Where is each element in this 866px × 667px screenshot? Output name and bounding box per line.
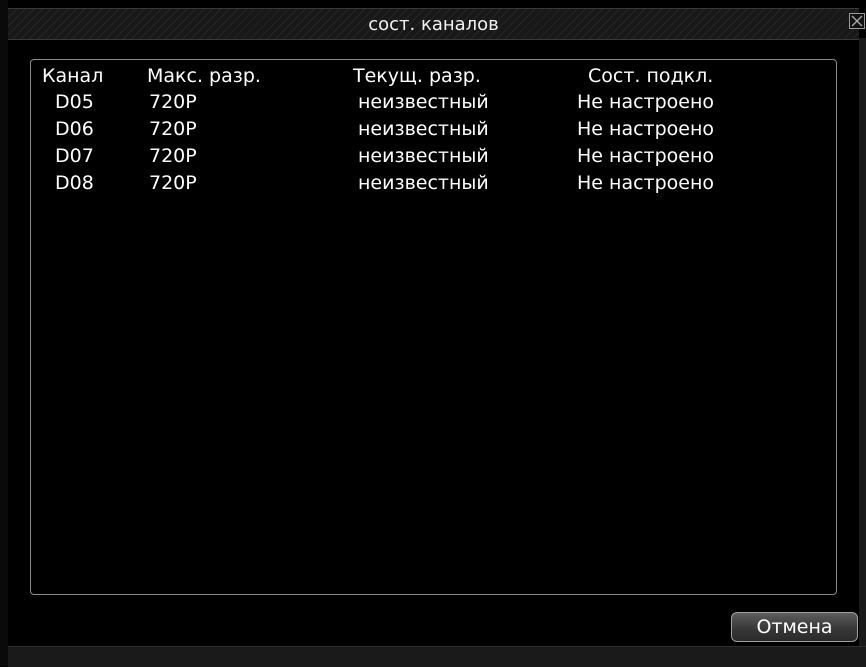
cancel-button[interactable]: Отмена xyxy=(731,612,858,642)
cell-current-resolution: неизвестный xyxy=(358,91,489,113)
cell-channel: D08 xyxy=(55,172,94,194)
table-row[interactable]: D08 720P неизвестный Не настроено xyxy=(31,170,836,196)
window-frame-left xyxy=(0,0,8,666)
column-header-connection-status[interactable]: Сост. подкл. xyxy=(588,63,713,89)
cell-max-resolution: 720P xyxy=(149,91,197,113)
table-row[interactable]: D07 720P неизвестный Не настроено xyxy=(31,143,836,169)
cell-max-resolution: 720P xyxy=(149,172,197,194)
cell-connection-status: Не настроено xyxy=(577,91,715,113)
window-frame-right xyxy=(859,38,866,646)
cell-current-resolution: неизвестный xyxy=(358,145,489,167)
cell-channel: D06 xyxy=(55,118,94,140)
table-row[interactable]: D05 720P неизвестный Не настроено xyxy=(31,89,836,115)
cell-connection-status: Не настроено xyxy=(577,145,715,167)
table-row[interactable]: D06 720P неизвестный Не настроено xyxy=(31,116,836,142)
channel-status-dialog: сост. каналов Канал Макс. разр. Текущ. р… xyxy=(0,0,866,667)
title-bar: сост. каналов xyxy=(8,8,865,40)
close-button[interactable] xyxy=(849,13,865,29)
window-title: сост. каналов xyxy=(368,14,499,35)
table-header: Канал Макс. разр. Текущ. разр. Сост. под… xyxy=(31,63,836,89)
cell-channel: D07 xyxy=(55,145,94,167)
column-header-channel[interactable]: Канал xyxy=(42,63,103,89)
dialog-content: Канал Макс. разр. Текущ. разр. Сост. под… xyxy=(8,40,859,646)
cell-channel: D05 xyxy=(55,91,94,113)
cell-connection-status: Не настроено xyxy=(577,118,715,140)
column-header-current-resolution[interactable]: Текущ. разр. xyxy=(353,63,481,89)
column-header-max-resolution[interactable]: Макс. разр. xyxy=(147,63,261,89)
cell-connection-status: Не настроено xyxy=(577,172,715,194)
channel-table: Канал Макс. разр. Текущ. разр. Сост. под… xyxy=(30,59,837,595)
cell-max-resolution: 720P xyxy=(149,118,197,140)
close-icon xyxy=(851,15,863,27)
cell-current-resolution: неизвестный xyxy=(358,118,489,140)
window-frame-bottom xyxy=(8,646,866,667)
cell-max-resolution: 720P xyxy=(149,145,197,167)
cell-current-resolution: неизвестный xyxy=(358,172,489,194)
